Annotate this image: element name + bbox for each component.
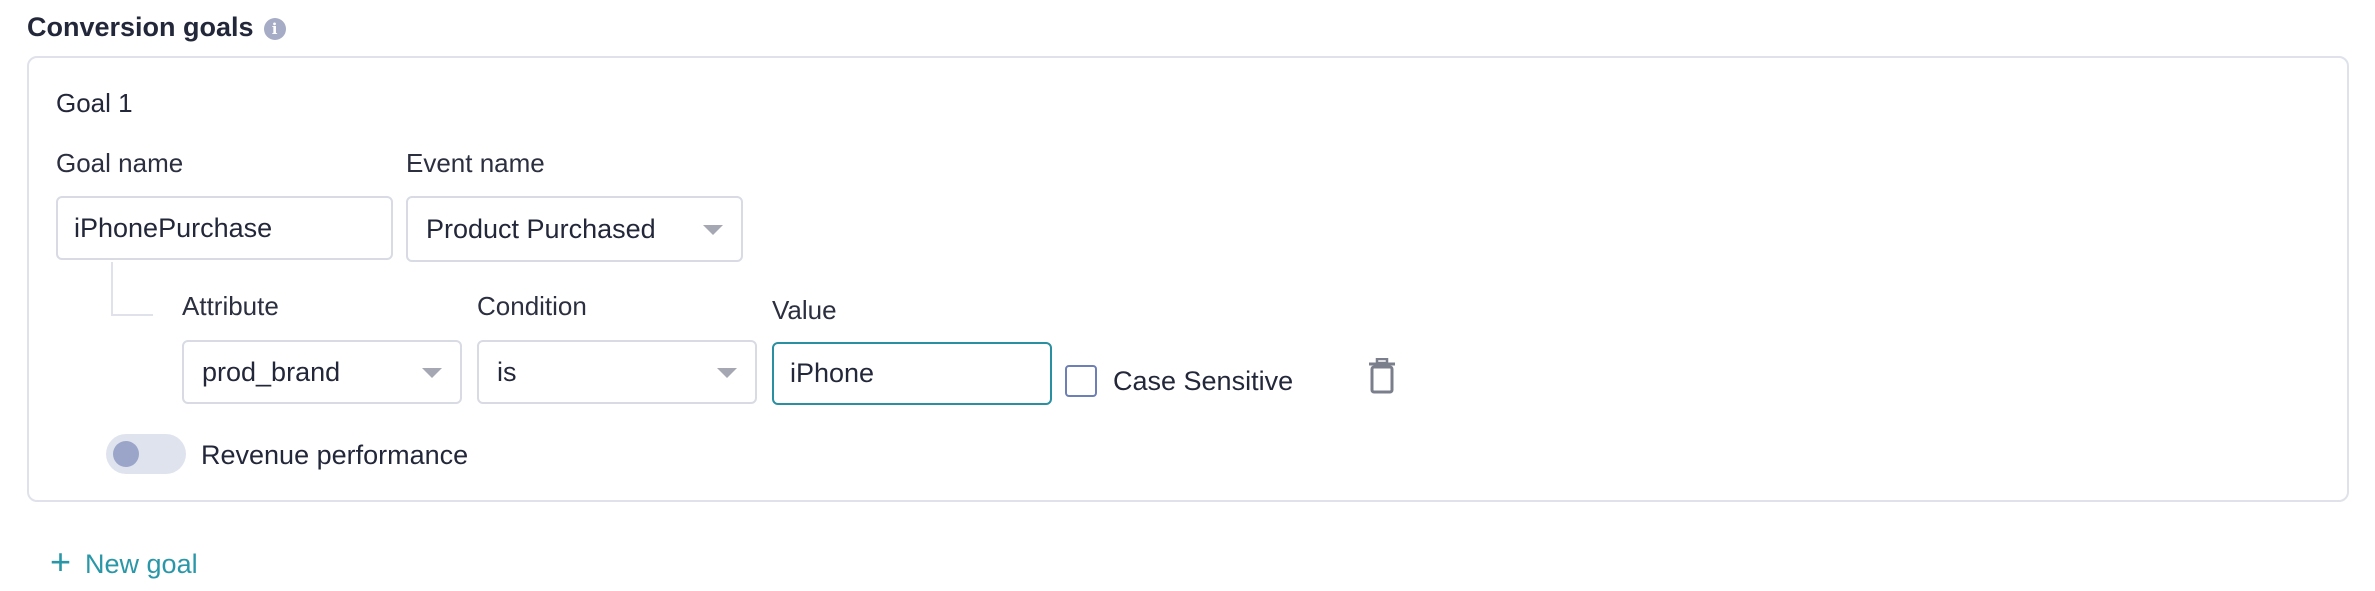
goal-name-input[interactable]: iPhonePurchase xyxy=(56,196,393,260)
attribute-select[interactable]: prod_brand xyxy=(182,340,462,404)
goal-name-value: iPhonePurchase xyxy=(74,212,273,243)
chevron-down-icon xyxy=(422,368,442,378)
condition-label: Condition xyxy=(477,291,587,321)
revenue-performance-label: Revenue performance xyxy=(201,440,469,470)
info-icon[interactable]: i xyxy=(263,18,286,40)
case-sensitive-checkbox[interactable] xyxy=(1065,365,1097,397)
goal-name-label: Goal name xyxy=(56,148,184,178)
condition-select[interactable]: is xyxy=(477,340,757,404)
event-name-select[interactable]: Product Purchased xyxy=(406,196,743,262)
value-input[interactable]: iPhone xyxy=(772,342,1052,405)
chevron-down-icon xyxy=(717,368,737,378)
case-sensitive-label[interactable]: Case Sensitive xyxy=(1113,366,1293,397)
chevron-down-icon xyxy=(703,225,723,235)
event-name-label: Event name xyxy=(406,148,545,178)
new-goal-button[interactable]: + New goal xyxy=(50,544,198,580)
attribute-label: Attribute xyxy=(182,291,279,321)
attribute-value: prod_brand xyxy=(202,356,341,387)
conversion-goals-panel: Conversion goals i Goal 1 Goal name iPho… xyxy=(0,0,2375,591)
tree-connector xyxy=(111,262,153,316)
new-goal-label: New goal xyxy=(85,548,198,579)
value-label: Value xyxy=(772,295,837,325)
revenue-performance-toggle[interactable] xyxy=(106,434,186,474)
event-name-value: Product Purchased xyxy=(426,213,656,244)
section-title-text: Conversion goals xyxy=(27,12,254,42)
section-title: Conversion goals i xyxy=(27,12,286,43)
plus-icon: + xyxy=(50,541,72,582)
condition-value: is xyxy=(497,356,517,387)
toggle-knob xyxy=(113,441,139,467)
goal-heading: Goal 1 xyxy=(56,88,133,118)
trash-icon[interactable] xyxy=(1367,358,1397,394)
goal-card xyxy=(27,56,2349,502)
value-input-value: iPhone xyxy=(790,358,875,388)
